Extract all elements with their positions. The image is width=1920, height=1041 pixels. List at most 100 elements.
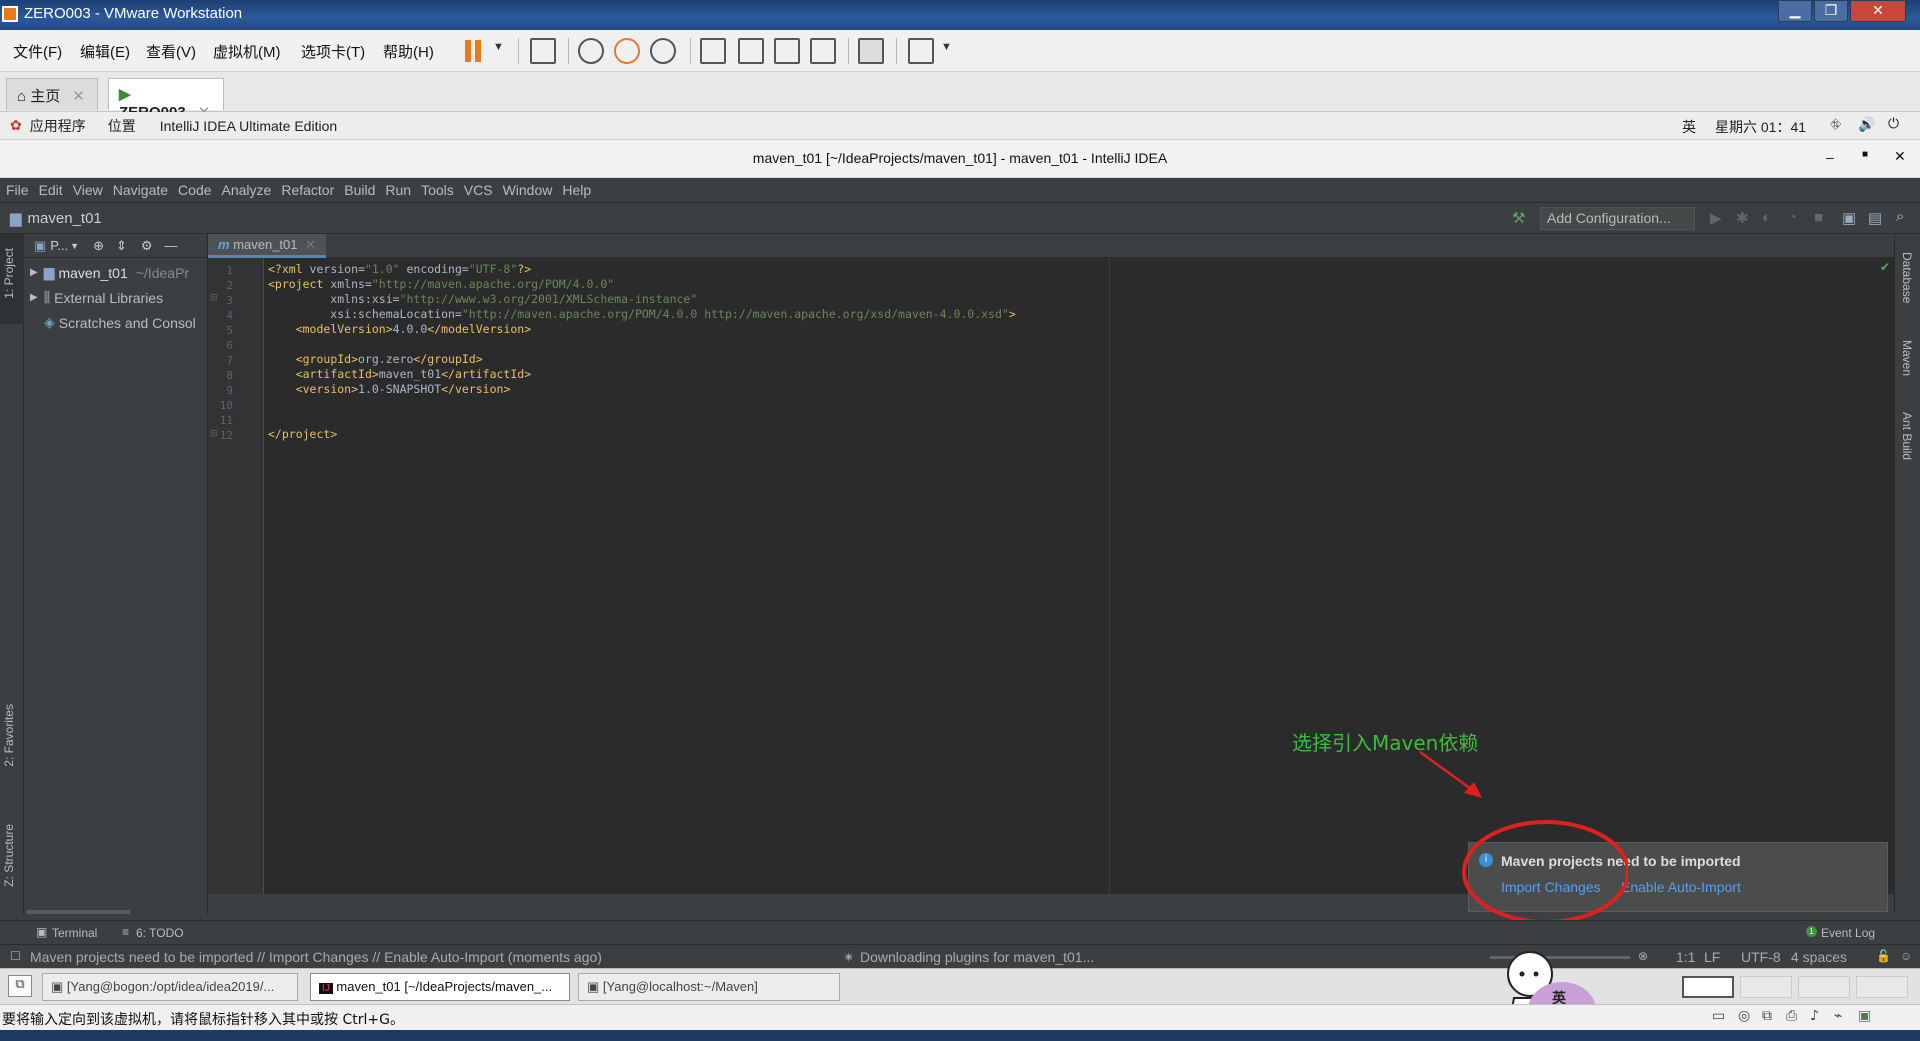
caret-position[interactable]: 1:1 <box>1676 949 1695 965</box>
fold-marker-icon[interactable]: ⊟ <box>210 293 218 303</box>
full-screen-icon[interactable] <box>774 38 800 64</box>
tool-structure[interactable]: Z: Structure <box>2 824 16 887</box>
minimize-button[interactable]: ▁ <box>1778 0 1812 22</box>
expand-arrow-icon[interactable]: ▶ <box>30 267 38 278</box>
minimize-button[interactable]: – <box>1826 149 1834 165</box>
menu-tools[interactable]: Tools <box>421 182 454 198</box>
status-message[interactable]: Maven projects need to be imported // Im… <box>30 949 602 965</box>
collapse-all-icon[interactable]: ⇕ <box>116 238 127 254</box>
tool-database[interactable]: Database <box>1900 252 1914 303</box>
code-editor[interactable]: <?xml version="1.0" encoding="UTF-8"?> <… <box>264 258 1894 894</box>
tool-favorites[interactable]: 2: Favorites <box>2 704 16 767</box>
send-ctrl-alt-del-icon[interactable] <box>530 38 556 64</box>
close-icon[interactable]: ✕ <box>305 237 316 252</box>
gear-icon[interactable]: ⚙ <box>141 238 153 254</box>
menu-view[interactable]: 查看(V) <box>146 41 196 62</box>
workspace-2[interactable] <box>1740 976 1792 998</box>
search-icon[interactable]: ⌕ <box>1896 208 1904 225</box>
usb-icon[interactable]: ⌁ <box>1834 1008 1842 1024</box>
chevron-down-icon[interactable]: ▼ <box>941 41 952 53</box>
taskbar-item-terminal-2[interactable]: ▣ [Yang@localhost:~/Maven] <box>578 973 840 1001</box>
network-adapter-icon[interactable]: ⧉ <box>1762 1008 1772 1024</box>
cancel-progress-icon[interactable]: ⊗ <box>1638 949 1648 963</box>
expand-arrow-icon[interactable]: ▶ <box>30 292 38 303</box>
stretch-guest-icon[interactable] <box>908 38 934 64</box>
chevron-down-icon[interactable]: ▼ <box>493 41 504 53</box>
menu-view[interactable]: View <box>73 182 103 198</box>
menu-help[interactable]: 帮助(H) <box>383 41 434 62</box>
thumbnail-bar-icon[interactable] <box>738 38 764 64</box>
input-method-indicator[interactable]: 英 <box>1682 117 1696 137</box>
tab-zero003[interactable]: ▶ ZERO003✕ <box>108 78 224 121</box>
snapshot-icon[interactable] <box>578 38 604 64</box>
tree-item-scratches[interactable]: ◈ Scratches and Consol <box>24 310 207 335</box>
project-structure-icon[interactable]: ▣ <box>1842 209 1856 227</box>
tree-item-project[interactable]: ▶ ▆ maven_t01 ~/IdeaPr <box>24 260 207 285</box>
coverage-icon[interactable]: ◐ <box>1762 209 1771 226</box>
run-icon[interactable]: ▶ <box>1710 209 1722 227</box>
locate-file-icon[interactable]: ⊕ <box>93 238 104 254</box>
menu-help[interactable]: Help <box>562 182 591 198</box>
chevron-down-icon[interactable]: ▼ <box>70 241 79 251</box>
printer-icon[interactable]: ⎙ <box>1786 1008 1797 1024</box>
menu-edit[interactable]: 编辑(E) <box>80 41 130 62</box>
places-menu[interactable]: 位置 <box>108 116 136 136</box>
close-icon[interactable]: ✕ <box>72 88 85 105</box>
file-encoding[interactable]: UTF-8 <box>1741 949 1781 965</box>
lock-icon[interactable]: 🔓 <box>1876 949 1891 963</box>
sound-icon[interactable]: ♪ <box>1810 1008 1819 1024</box>
menu-file[interactable]: 文件(F) <box>13 41 62 62</box>
inspector-icon[interactable]: ☺ <box>1900 949 1912 963</box>
project-view-selector[interactable]: P... <box>50 238 68 253</box>
sdk-icon[interactable]: ▤ <box>1868 209 1882 227</box>
display-icon[interactable]: ▣ <box>1858 1008 1871 1024</box>
taskbar-item-idea[interactable]: IJ maven_t01 [~/IdeaProjects/maven_... <box>310 973 570 1001</box>
revert-snapshot-icon[interactable] <box>614 38 640 64</box>
status-progress[interactable]: Downloading plugins for maven_t01... <box>860 949 1094 965</box>
workspace-3[interactable] <box>1798 976 1850 998</box>
tool-event-log[interactable]: Event Log <box>1821 926 1875 940</box>
indent-setting[interactable]: 4 spaces <box>1791 949 1847 965</box>
tree-item-external-libraries[interactable]: ▶ ⫼ External Libraries <box>24 285 207 310</box>
profile-icon[interactable]: ◔ <box>1788 209 1797 226</box>
menu-edit[interactable]: Edit <box>39 182 63 198</box>
build-hammer-icon[interactable]: ⚒ <box>1512 209 1525 227</box>
menu-navigate[interactable]: Navigate <box>113 182 168 198</box>
unity-icon[interactable] <box>810 38 836 64</box>
pause-icon[interactable] <box>465 40 471 62</box>
console-view-icon[interactable] <box>858 38 884 64</box>
applications-menu[interactable]: 应用程序 <box>30 116 86 136</box>
add-configuration-button[interactable]: Add Configuration... <box>1540 207 1695 230</box>
volume-icon[interactable]: 🔊 <box>1858 116 1875 133</box>
snapshot-manager-icon[interactable] <box>650 38 676 64</box>
cd-rom-icon[interactable]: ◎ <box>1738 1008 1750 1024</box>
tool-project[interactable]: 1: Project <box>2 248 16 299</box>
enable-auto-import-link[interactable]: Enable Auto-Import <box>1621 879 1741 895</box>
menu-code[interactable]: Code <box>178 182 211 198</box>
horizontal-scrollbar[interactable] <box>26 910 130 914</box>
tool-terminal[interactable]: Terminal <box>52 926 97 940</box>
maximize-button[interactable]: ■ <box>1862 149 1868 160</box>
hide-panel-icon[interactable]: — <box>165 238 178 253</box>
maximize-button[interactable]: ❐ <box>1814 0 1848 22</box>
editor-tab-maven-t01[interactable]: m maven_t01 ✕ <box>208 234 327 258</box>
tool-todo[interactable]: 6: TODO <box>136 926 184 940</box>
menu-refactor[interactable]: Refactor <box>281 182 334 198</box>
status-toggle-icon[interactable]: ☐ <box>10 949 21 963</box>
clock[interactable]: 星期六 01：41 <box>1715 117 1806 137</box>
fold-marker-icon[interactable]: ⊟ <box>210 429 218 439</box>
menu-window[interactable]: Window <box>503 182 553 198</box>
show-desktop-icon[interactable]: ⧉ <box>8 975 32 997</box>
menu-analyze[interactable]: Analyze <box>222 182 272 198</box>
tool-ant-build[interactable]: Ant Build <box>1900 412 1914 460</box>
menu-vcs[interactable]: VCS <box>464 182 493 198</box>
tool-maven[interactable]: Maven <box>1900 340 1914 376</box>
menu-file[interactable]: File <box>6 182 29 198</box>
hard-disk-icon[interactable]: ▭ <box>1712 1008 1725 1024</box>
show-library-icon[interactable] <box>700 38 726 64</box>
workspace-4[interactable] <box>1856 976 1908 998</box>
breadcrumb[interactable]: maven_t01 <box>28 210 102 227</box>
menu-vm[interactable]: 虚拟机(M) <box>213 41 281 62</box>
close-button[interactable]: ✕ <box>1894 148 1906 165</box>
network-icon[interactable]: ⛗ <box>1830 116 1841 133</box>
